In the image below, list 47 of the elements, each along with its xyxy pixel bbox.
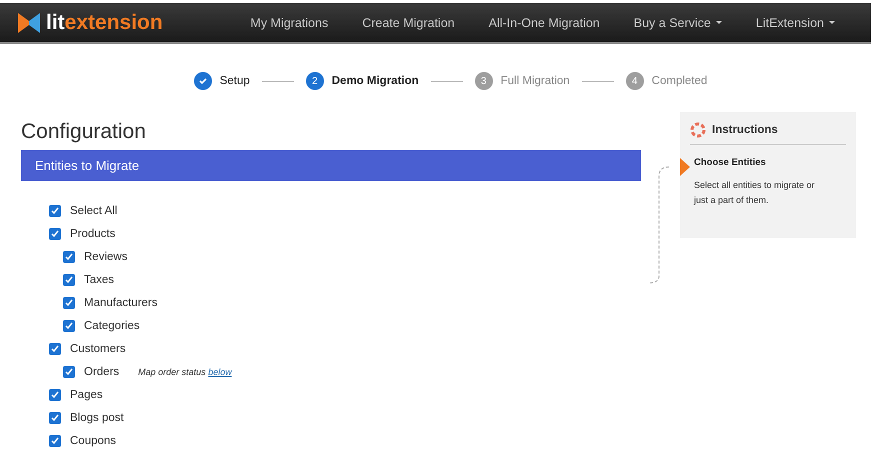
checkbox[interactable] (63, 366, 75, 378)
caret-icon (716, 21, 722, 24)
instruction-heading: Choose Entities (694, 157, 767, 168)
entity-label: Taxes (84, 274, 114, 286)
nav-link[interactable]: Buy a Service (634, 16, 722, 30)
checkbox[interactable] (63, 250, 75, 262)
logo-wordmark-start: lit (46, 10, 65, 34)
step-circle: 3 (474, 72, 493, 90)
entity-label: Products (70, 228, 116, 240)
checkbox[interactable] (63, 320, 75, 332)
entity-label: Orders (84, 366, 120, 378)
instruction-text: Select all entities to migrate or just a part of them. (694, 179, 816, 207)
logo-wordmark-end: extension (64, 10, 163, 34)
logo-icon (18, 12, 40, 32)
step-label: Demo Migration (332, 75, 419, 87)
page-title: Configuration (21, 120, 147, 144)
checkbox[interactable] (49, 434, 61, 446)
entity-label: Pages (70, 388, 103, 400)
checkbox[interactable] (49, 388, 61, 400)
step-label: Completed (652, 75, 708, 87)
checkbox[interactable] (63, 274, 75, 286)
lifebuoy-icon (690, 122, 706, 138)
entity-label: Select All (70, 204, 118, 216)
entity-label: Reviews (84, 250, 128, 262)
checkbox[interactable] (49, 342, 61, 354)
step-label: Full Migration (500, 75, 570, 87)
nav-link[interactable]: Create Migration (362, 16, 455, 30)
checkbox[interactable] (49, 228, 61, 240)
entity-label: Manufacturers (84, 296, 158, 308)
nav-link[interactable]: LitExtension (756, 16, 835, 30)
map-order-note: Map order status below (138, 366, 232, 376)
checkbox[interactable] (49, 204, 61, 216)
nav-link[interactable]: My Migrations (250, 16, 328, 30)
instructions-title: Instructions (712, 124, 778, 136)
checkbox[interactable] (63, 296, 75, 308)
below-link[interactable]: below (208, 366, 232, 376)
step-label: Setup (220, 75, 250, 87)
step-circle: 2 (306, 72, 324, 90)
section-header: Entities to Migrate (21, 150, 641, 181)
caret-icon (829, 21, 835, 24)
entity-label: Blogs post (70, 412, 124, 424)
entity-label: Customers (70, 342, 126, 354)
step-circle: 4 (626, 72, 644, 90)
entity-label: Coupons (70, 434, 116, 446)
nav-link[interactable]: All-In-One Migration (488, 16, 600, 30)
checkbox[interactable] (49, 412, 61, 424)
entity-label: Categories (84, 320, 140, 332)
